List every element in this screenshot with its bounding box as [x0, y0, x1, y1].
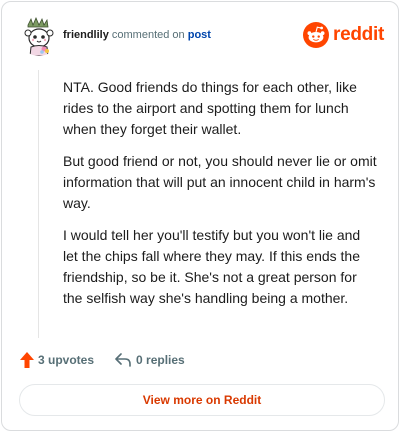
post-link[interactable]: post	[188, 29, 211, 41]
comment-paragraph: I would tell her you'll testify but you …	[63, 227, 361, 306]
upvotes-button[interactable]: 3 upvotes	[20, 350, 94, 370]
comment-header: friendlily commented on post reddit	[18, 14, 384, 58]
user-avatar[interactable]	[19, 16, 59, 56]
view-more-on-reddit-button[interactable]: View more on Reddit	[19, 384, 385, 416]
comment-embed-card: friendlily commented on post reddit NTA.…	[1, 1, 399, 431]
upvote-arrow-icon	[20, 352, 34, 368]
comment-paragraph: But good friend or not, you should never…	[63, 153, 377, 211]
comment-body: NTA. Good friends do things for each oth…	[63, 77, 377, 320]
replies-button[interactable]: 0 replies	[114, 350, 185, 370]
upvotes-count: 3 upvotes	[38, 353, 95, 367]
comment-meta: friendlily commented on post	[63, 28, 211, 42]
replies-count: 0 replies	[136, 353, 185, 367]
reddit-logo-icon	[303, 22, 330, 48]
username-link[interactable]: friendlily	[63, 29, 109, 41]
reply-icon	[115, 353, 131, 367]
reddit-wordmark: reddit	[333, 24, 384, 45]
comment-footer: 3 upvotes 0 replies	[20, 350, 185, 370]
comment-paragraph: NTA. Good friends do things for each oth…	[63, 79, 357, 137]
action-text: commented on	[111, 29, 185, 41]
reddit-brand[interactable]: reddit	[303, 21, 384, 49]
snoo-avatar-icon	[24, 16, 54, 56]
thread-line	[38, 70, 39, 338]
